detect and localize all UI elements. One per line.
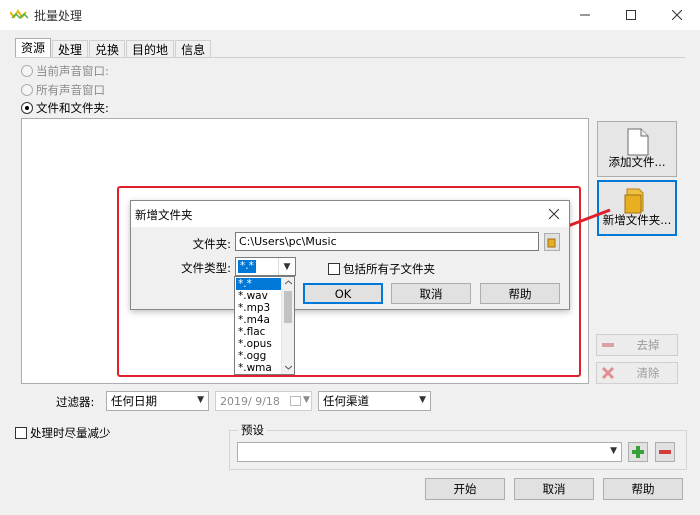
dialog-close-icon[interactable] bbox=[543, 204, 565, 224]
minimize-icon[interactable] bbox=[562, 0, 608, 30]
filetype-option[interactable]: *.opus bbox=[236, 338, 282, 350]
plus-icon bbox=[632, 446, 644, 458]
chevron-down-icon: ▼ bbox=[610, 446, 617, 456]
chevron-down-icon: ▼ bbox=[419, 395, 426, 405]
include-subfolders-checkbox[interactable]: 包括所有子文件夹 bbox=[328, 261, 435, 277]
maximize-icon[interactable] bbox=[608, 0, 654, 30]
radio-current-label: 当前声音窗口: bbox=[36, 64, 109, 78]
radio-files-label: 文件和文件夹: bbox=[36, 101, 109, 115]
cancel-button[interactable]: 取消 bbox=[514, 478, 594, 500]
date-value: 2019/ 9/18 bbox=[220, 394, 280, 408]
checkbox[interactable] bbox=[15, 427, 27, 439]
folder-label: 文件夹: bbox=[192, 237, 231, 251]
chevron-down-icon bbox=[285, 365, 292, 370]
radio-button[interactable] bbox=[21, 84, 33, 96]
close-icon[interactable] bbox=[654, 0, 700, 30]
filetype-option[interactable]: *.ogg bbox=[236, 350, 282, 362]
preset-select[interactable]: ▼ bbox=[237, 442, 622, 462]
radio-current-window[interactable]: 当前声音窗口: bbox=[21, 63, 109, 79]
chevron-up-icon bbox=[285, 280, 292, 285]
window-title: 批量处理 bbox=[34, 9, 83, 23]
filetype-label: 文件类型: bbox=[181, 261, 231, 275]
chevron-down-icon: ▼ bbox=[303, 395, 310, 405]
add-files-button[interactable]: 添加文件... bbox=[597, 121, 677, 177]
start-button[interactable]: 开始 bbox=[425, 478, 505, 500]
x-icon bbox=[597, 366, 619, 380]
filetype-dropdown-list[interactable]: *.* *.wav *.mp3 *.m4a *.flac *.opus *.og… bbox=[234, 276, 295, 375]
date-filter-value: 任何日期 bbox=[111, 394, 157, 408]
clear-button[interactable]: 清除 bbox=[596, 362, 678, 384]
chevron-down-icon: ▼ bbox=[197, 395, 204, 405]
radio-all-windows[interactable]: 所有声音窗口 bbox=[21, 82, 105, 98]
browse-folder-button[interactable] bbox=[544, 233, 560, 251]
help-button[interactable]: 帮助 bbox=[480, 283, 560, 304]
radio-all-label: 所有声音窗口 bbox=[36, 83, 105, 97]
filter-label: 过滤器: bbox=[56, 395, 95, 409]
filetype-option[interactable]: *.m4a bbox=[236, 314, 282, 326]
scrollbar-thumb[interactable] bbox=[284, 291, 292, 323]
filetype-option[interactable]: *.wav bbox=[236, 290, 282, 302]
minimize-while-processing-checkbox[interactable]: 处理时尽量减少 bbox=[15, 425, 111, 441]
ok-button[interactable]: OK bbox=[303, 283, 383, 304]
minimize-while-processing-label: 处理时尽量减少 bbox=[30, 426, 111, 440]
radio-button-checked[interactable] bbox=[21, 102, 33, 114]
include-subfolders-label: 包括所有子文件夹 bbox=[343, 262, 435, 276]
filetype-combo[interactable]: *.* ▼ bbox=[235, 257, 296, 276]
channel-filter-select[interactable]: 任何渠道 ▼ bbox=[318, 391, 431, 411]
presets-label: 预设 bbox=[238, 422, 267, 438]
folder-icon bbox=[547, 238, 556, 248]
new-folder-dialog: 新增文件夹 文件夹: C:\Users\pc\Music 文件类型: *.* ▼… bbox=[130, 200, 570, 310]
add-files-label: 添加文件... bbox=[608, 155, 666, 169]
minus-icon bbox=[597, 339, 619, 351]
filetype-option[interactable]: *.mp3 bbox=[236, 302, 282, 314]
minus-icon bbox=[659, 450, 671, 454]
clear-label: 清除 bbox=[636, 366, 660, 380]
dropdown-scrollbar[interactable] bbox=[281, 277, 294, 374]
help-button[interactable]: 帮助 bbox=[603, 478, 683, 500]
document-icon bbox=[627, 128, 649, 156]
dialog-title: 新增文件夹 bbox=[135, 208, 193, 222]
folder-path-input[interactable]: C:\Users\pc\Music bbox=[235, 232, 539, 251]
chevron-down-icon[interactable]: ▼ bbox=[278, 258, 295, 275]
dialog-titlebar bbox=[131, 201, 569, 227]
filetype-option[interactable]: *.* bbox=[236, 278, 282, 290]
channel-filter-value: 任何渠道 bbox=[323, 394, 369, 408]
app-logo-icon bbox=[9, 8, 29, 20]
checkbox[interactable] bbox=[328, 263, 340, 275]
remove-preset-button[interactable] bbox=[655, 442, 675, 462]
date-picker[interactable]: 2019/ 9/18 ▼ bbox=[215, 391, 312, 411]
radio-button[interactable] bbox=[21, 65, 33, 77]
date-filter-select[interactable]: 任何日期 ▼ bbox=[106, 391, 209, 411]
filetype-selected: *.* bbox=[238, 260, 256, 273]
folder-icon bbox=[624, 188, 644, 214]
calendar-icon[interactable] bbox=[290, 396, 301, 406]
remove-button[interactable]: 去掉 bbox=[596, 334, 678, 356]
add-preset-button[interactable] bbox=[628, 442, 648, 462]
remove-label: 去掉 bbox=[636, 338, 660, 352]
filetype-option[interactable]: *.wma bbox=[236, 362, 282, 374]
tab-sources[interactable]: 资源 bbox=[15, 38, 52, 59]
radio-files-folders[interactable]: 文件和文件夹: bbox=[21, 100, 109, 116]
tab-bar: 资源 处理 兑换 目的地 信息 bbox=[15, 38, 212, 59]
cancel-button[interactable]: 取消 bbox=[391, 283, 471, 304]
filetype-option[interactable]: *.flac bbox=[236, 326, 282, 338]
